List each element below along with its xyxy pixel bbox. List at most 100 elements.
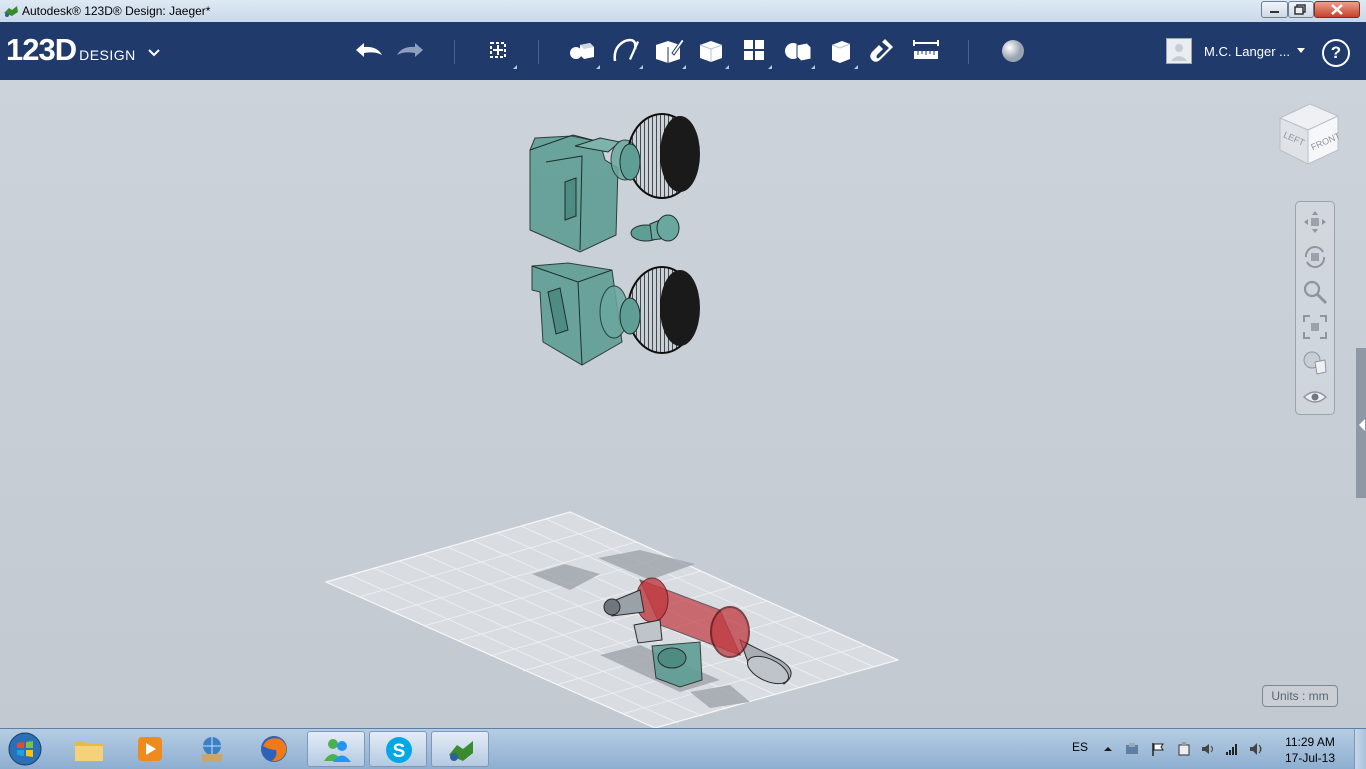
measure-button[interactable] [908, 33, 944, 69]
undo-icon [356, 43, 382, 57]
show-desktop-button[interactable] [1354, 729, 1366, 769]
construct-button[interactable] [650, 33, 686, 69]
transform-icon [490, 42, 506, 58]
dropdown-indicator [768, 65, 772, 69]
dropdown-indicator [854, 65, 858, 69]
network-signal-icon[interactable] [1224, 741, 1240, 757]
maximize-icon [1294, 4, 1306, 15]
dropdown-indicator [682, 65, 686, 69]
dropdown-indicator [811, 65, 815, 69]
combine-icon [831, 41, 851, 63]
clock-time: 11:29 AM [1285, 735, 1335, 749]
skype-icon: S [386, 737, 412, 763]
windows-taskbar: S ES 11:29 AM 17-Jul-13 [0, 728, 1366, 769]
toolbar-separator [538, 40, 539, 64]
dropdown-indicator [513, 65, 517, 69]
transform-button[interactable] [481, 33, 517, 69]
primitives-button[interactable] [564, 33, 600, 69]
help-button[interactable]: ? [1322, 39, 1350, 67]
dropdown-indicator [639, 65, 643, 69]
language-indicator[interactable]: ES [1072, 740, 1088, 754]
view-toggle-icon[interactable] [1301, 383, 1329, 411]
network-icon [202, 737, 222, 762]
redo-icon [397, 43, 423, 57]
pan-icon[interactable] [1301, 208, 1329, 236]
volume-icon[interactable] [1200, 741, 1216, 757]
measure-icon [913, 40, 939, 59]
grouping-button[interactable] [779, 33, 815, 69]
close-button[interactable] [1314, 1, 1360, 18]
system-clock[interactable]: 11:29 AM 17-Jul-13 [1280, 734, 1340, 766]
model-scene [324, 113, 900, 728]
chevron-down-icon [148, 49, 160, 57]
snap-icon [870, 39, 893, 62]
system-tray: ES 11:29 AM 17-Jul-13 [1060, 729, 1366, 769]
sketch-icon [613, 38, 639, 62]
user-name: M.C. Langer ... [1204, 44, 1290, 59]
safely-remove-icon[interactable] [1176, 741, 1192, 757]
123d-design-icon [449, 741, 473, 761]
view-cube[interactable]: LEFT FRONT [1270, 98, 1342, 172]
minimize-icon [1270, 11, 1279, 13]
material-icon [1002, 40, 1024, 62]
dropdown-indicator [596, 65, 600, 69]
window-title: Autodesk® 123D® Design: Jaeger* [22, 4, 211, 18]
construct-icon [656, 38, 685, 63]
taskbar-123d-design[interactable] [431, 731, 489, 767]
pattern-icon [744, 40, 764, 60]
taskbar-media-player[interactable] [121, 731, 179, 767]
tray-app-icon[interactable] [1124, 741, 1140, 757]
taskbar-firefox[interactable] [245, 731, 303, 767]
file-explorer-icon [75, 742, 103, 761]
grouping-icon [785, 42, 812, 62]
material-button[interactable] [995, 33, 1031, 69]
taskbar-file-explorer[interactable] [60, 731, 118, 767]
visual-style-icon[interactable] [1301, 348, 1329, 376]
3d-viewport[interactable]: LEFT FRONT Units : mm [0, 80, 1366, 728]
show-hidden-icons-icon[interactable] [1100, 741, 1116, 757]
orbit-icon[interactable] [1301, 243, 1329, 271]
toolbar-separator [968, 40, 969, 64]
ground-grid [324, 511, 900, 728]
dropdown-indicator [725, 65, 729, 69]
chevron-down-icon [1297, 48, 1305, 53]
fit-icon[interactable] [1301, 313, 1329, 341]
taskbar-network[interactable] [183, 731, 241, 767]
teal-part-lower [531, 262, 629, 366]
taskbar-skype[interactable]: S [369, 731, 427, 767]
start-button[interactable] [6, 731, 44, 767]
units-indicator[interactable]: Units : mm [1262, 685, 1338, 707]
knob-upper [619, 113, 700, 199]
logo-number: 123D [6, 32, 77, 67]
logo-word: DESIGN [79, 47, 136, 63]
close-icon [1331, 4, 1343, 15]
panel-collapse-icon[interactable] [1356, 410, 1366, 440]
primitives-icon [570, 43, 594, 59]
messenger-icon [324, 739, 351, 762]
modify-icon [699, 41, 723, 62]
combine-button[interactable] [822, 33, 858, 69]
pattern-button[interactable] [736, 33, 772, 69]
action-center-flag-icon[interactable] [1150, 741, 1166, 757]
zoom-icon[interactable] [1301, 278, 1329, 306]
redo-button[interactable] [393, 33, 429, 69]
toolbar-separator [454, 40, 455, 64]
firefox-icon [261, 736, 287, 762]
sketch-button[interactable] [607, 33, 643, 69]
undo-button[interactable] [350, 33, 386, 69]
main-toolbar: 123D DESIGN M.C. Langer ... ? [0, 22, 1366, 80]
maximize-button[interactable] [1288, 1, 1314, 18]
teal-pin [630, 214, 680, 242]
navigation-bar [1295, 201, 1335, 415]
modify-button[interactable] [693, 33, 729, 69]
taskbar-messenger[interactable] [307, 731, 365, 767]
knob-lower [619, 266, 700, 354]
speaker-icon[interactable] [1248, 741, 1264, 757]
app-menu-logo[interactable]: 123D DESIGN [6, 32, 160, 68]
svg-text:S: S [393, 741, 406, 762]
app-icon [4, 6, 18, 17]
avatar [1166, 38, 1192, 64]
snap-button[interactable] [865, 33, 901, 69]
minimize-button[interactable] [1261, 1, 1288, 18]
title-bar: Autodesk® 123D® Design: Jaeger* [0, 0, 1366, 23]
